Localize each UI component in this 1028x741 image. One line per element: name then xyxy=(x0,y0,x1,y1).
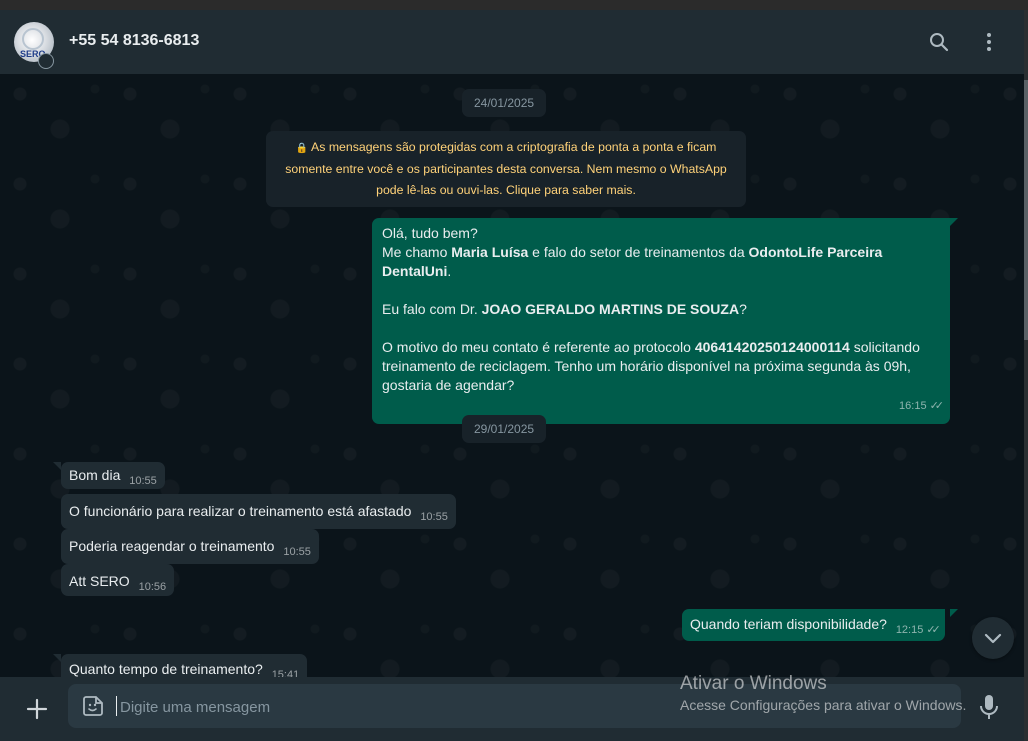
windows-activation-subtitle: Acesse Configurações para ativar o Windo… xyxy=(680,697,967,713)
message-time: 12:15 xyxy=(895,624,924,636)
status-badge-icon xyxy=(38,53,54,69)
message-time: 10:55 xyxy=(420,511,448,523)
outgoing-message[interactable]: Olá, tudo bem? Me chamo Maria Luísa e fa… xyxy=(372,218,950,424)
windows-activation-title: Ativar o Windows xyxy=(680,673,827,694)
chat-area: 24/01/2025 🔒 As mensagens são protegidas … xyxy=(0,74,1024,677)
text-caret xyxy=(116,696,117,716)
message-meta: 16:15 ✓✓ xyxy=(382,395,945,416)
message-text: Bom dia xyxy=(69,467,121,483)
date-divider: 24/01/2025 xyxy=(462,89,547,117)
search-icon[interactable] xyxy=(927,30,951,54)
message-line: Me chamo Maria Luísa e falo do setor de … xyxy=(382,243,940,281)
scrollbar-thumb[interactable] xyxy=(1024,80,1028,340)
doctor-name: JOAO GERALDO MARTINS DE SOUZA xyxy=(481,301,740,317)
message-text: Poderia reagendar o treinamento xyxy=(69,538,275,554)
bubble-tail xyxy=(53,654,61,662)
chevron-down-icon xyxy=(984,633,1002,644)
message-line: Olá, tudo bem? xyxy=(382,225,478,241)
message-text: e falo do setor de treinamentos da xyxy=(528,244,749,260)
bubble-tail xyxy=(950,218,958,226)
message-text: . xyxy=(447,263,452,279)
message-text: ? xyxy=(739,301,747,317)
chat-header: SERO +55 54 8136-6813 xyxy=(0,10,1024,74)
message-time: 10:55 xyxy=(129,475,157,487)
message-text: Me chamo xyxy=(382,244,452,260)
encryption-notice[interactable]: 🔒 As mensagens são protegidas com a cript… xyxy=(266,131,746,207)
kebab-menu-icon[interactable] xyxy=(977,30,1001,54)
protocol-number: 40641420250124000114 xyxy=(694,339,850,355)
microphone-icon[interactable] xyxy=(978,693,1000,721)
bubble-tail xyxy=(950,609,958,617)
message-line: O motivo do meu contato é referente ao p… xyxy=(382,338,940,395)
plus-icon[interactable] xyxy=(24,696,50,722)
double-check-icon: ✓✓ xyxy=(926,624,941,636)
outgoing-message[interactable]: Quando teriam disponibilidade? 12:15 ✓✓ xyxy=(682,609,945,641)
window-top-strip xyxy=(0,0,1028,10)
double-check-icon: ✓✓ xyxy=(929,400,945,412)
message-text: Quanto tempo de treinamento? xyxy=(69,661,263,677)
sticker-icon[interactable] xyxy=(81,694,105,718)
encryption-notice-text: As mensagens são protegidas com a cripto… xyxy=(285,140,727,197)
scrollbar[interactable] xyxy=(1024,10,1028,741)
contact-name[interactable]: +55 54 8136-6813 xyxy=(69,32,199,50)
message-text: O motivo do meu contato é referente ao p… xyxy=(382,339,695,355)
message-time: 15:41 xyxy=(271,669,300,677)
incoming-message[interactable]: Bom dia 10:55 xyxy=(61,462,165,489)
message-input[interactable] xyxy=(118,684,682,730)
message-time: 10:55 xyxy=(283,546,311,558)
incoming-message[interactable]: O funcionário para realizar o treinament… xyxy=(61,494,456,529)
sender-name: Maria Luísa xyxy=(451,244,529,260)
lock-icon: 🔒 xyxy=(295,143,309,154)
message-text: Eu falo com Dr. xyxy=(382,301,482,317)
incoming-message[interactable]: Att SERO 10:56 xyxy=(61,564,175,596)
incoming-message[interactable]: Poderia reagendar o treinamento 10:55 xyxy=(61,529,319,564)
incoming-message[interactable]: Quanto tempo de treinamento? 15:41 xyxy=(61,654,308,677)
message-time: 10:56 xyxy=(138,581,167,593)
message-text: O funcionário para realizar o treinament… xyxy=(69,503,412,519)
message-text: Quando teriam disponibilidade? xyxy=(690,616,887,632)
date-divider: 29/01/2025 xyxy=(462,415,547,443)
message-line: Eu falo com Dr. JOAO GERALDO MARTINS DE … xyxy=(382,300,940,319)
message-text: Att SERO xyxy=(69,573,130,589)
scroll-to-bottom-button[interactable] xyxy=(972,617,1014,659)
message-time: 16:15 xyxy=(899,400,927,412)
avatar-disc-graphic xyxy=(22,28,44,50)
bubble-tail xyxy=(53,462,61,470)
